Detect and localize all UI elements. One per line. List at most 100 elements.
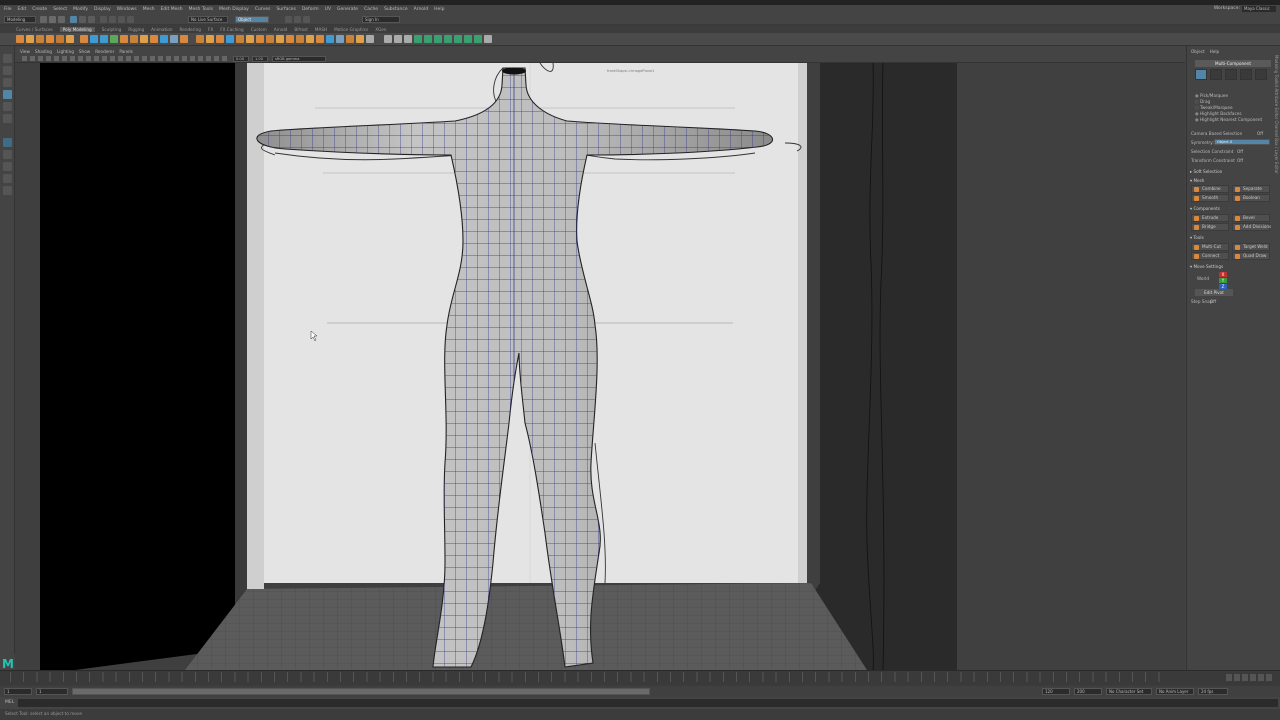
panel-menu-shading[interactable]: Shading <box>35 49 52 54</box>
xray-joints-icon[interactable] <box>206 56 211 61</box>
new-scene-icon[interactable] <box>40 16 47 23</box>
save-scene-icon[interactable] <box>58 16 65 23</box>
fill-hole-icon[interactable] <box>256 35 264 43</box>
field-chart-icon[interactable] <box>94 56 99 61</box>
components-section[interactable]: ▾ Components <box>1190 206 1220 211</box>
multi-component-button[interactable]: Multi-Component <box>1195 60 1271 67</box>
step-back-icon[interactable] <box>1234 674 1240 681</box>
four-view-layout-icon[interactable] <box>3 150 12 159</box>
shelf-tab-rigging[interactable]: Rigging <box>128 27 144 32</box>
shelf-tab-xgen[interactable]: XGen <box>375 27 386 32</box>
option-drag[interactable]: ○ Drag <box>1195 99 1210 104</box>
boolean-icon[interactable] <box>236 35 244 43</box>
option-pick-marquee[interactable]: ● Pick/Marquee <box>1195 93 1228 98</box>
menu-mesh-tools[interactable]: Mesh Tools <box>189 7 213 12</box>
panel-menu-view[interactable]: View <box>20 49 30 54</box>
face-mode-icon[interactable] <box>1240 69 1252 80</box>
sew-uv-icon[interactable] <box>474 35 482 43</box>
pyramid-icon[interactable] <box>100 35 108 43</box>
snap-curve-icon[interactable] <box>109 16 116 23</box>
prism-icon[interactable] <box>110 35 118 43</box>
xray-icon[interactable] <box>198 56 203 61</box>
play-back-icon[interactable] <box>1242 674 1248 681</box>
axis-x-field[interactable]: X <box>1219 272 1227 277</box>
pipe-icon[interactable] <box>120 35 128 43</box>
connect-button[interactable]: Connect <box>1191 252 1229 260</box>
menu-deform[interactable]: Deform <box>302 7 319 12</box>
torus-icon[interactable] <box>56 35 64 43</box>
render-settings-icon[interactable] <box>303 16 310 23</box>
select-by-object-icon[interactable] <box>79 16 86 23</box>
add-divisions-button[interactable]: Add Divisions <box>1232 223 1271 231</box>
reduce-icon[interactable] <box>266 35 274 43</box>
multi-cut-icon[interactable] <box>306 35 314 43</box>
symmetry-dropdown[interactable]: Object X <box>1214 139 1270 145</box>
side-tabs[interactable]: Modeling Toolkit Attribute Editor Channe… <box>1273 55 1279 174</box>
step-forward-icon[interactable] <box>1258 674 1264 681</box>
panel-menu-panels[interactable]: Panels <box>119 49 132 54</box>
soft-selection-section[interactable]: ▸ Soft Selection <box>1190 169 1222 174</box>
film-gate-icon[interactable] <box>70 56 75 61</box>
cut-uv-icon[interactable] <box>464 35 472 43</box>
sphere-icon[interactable] <box>16 35 24 43</box>
safe-title-icon[interactable] <box>110 56 115 61</box>
world-dropdown[interactable]: World <box>1197 276 1209 281</box>
range-end-field[interactable]: 120 <box>1042 688 1070 695</box>
safe-action-icon[interactable] <box>102 56 107 61</box>
menu-select[interactable]: Select <box>53 7 67 12</box>
target-weld-icon[interactable] <box>326 35 334 43</box>
isolate-select-icon[interactable] <box>190 56 195 61</box>
scale-tool-icon[interactable] <box>3 114 12 123</box>
go-to-end-icon[interactable] <box>1266 674 1272 681</box>
shadows-icon[interactable] <box>158 56 163 61</box>
current-frame-field[interactable]: 1 <box>36 688 68 695</box>
uv-mode-icon[interactable] <box>1255 69 1267 80</box>
ipr-render-icon[interactable] <box>294 16 301 23</box>
gate-mask-icon[interactable] <box>86 56 91 61</box>
multi-cut-button[interactable]: Multi-Cut <box>1191 243 1229 251</box>
render-icon[interactable] <box>285 16 292 23</box>
go-to-start-icon[interactable] <box>1226 674 1232 681</box>
collapse-icon[interactable] <box>356 35 364 43</box>
tab-help[interactable]: Help <box>1210 49 1220 54</box>
snap-point-icon[interactable] <box>118 16 125 23</box>
super-shape-icon[interactable] <box>160 35 168 43</box>
menu-edit-mesh[interactable]: Edit Mesh <box>161 7 183 12</box>
history-icon[interactable] <box>484 35 492 43</box>
insert-edge-loop-icon[interactable] <box>316 35 324 43</box>
lasso-tool-icon[interactable] <box>3 66 12 75</box>
range-start-field[interactable]: 1 <box>4 688 32 695</box>
axis-y-field[interactable]: Y <box>1219 278 1227 283</box>
default-material-icon[interactable] <box>134 56 139 61</box>
grid-icon[interactable] <box>62 56 67 61</box>
exposure-field[interactable]: 0.00 <box>233 56 249 62</box>
menu-surfaces[interactable]: Surfaces <box>276 7 296 12</box>
panel-menu-show[interactable]: Show <box>79 49 90 54</box>
separate-icon[interactable] <box>206 35 214 43</box>
bevel-icon[interactable] <box>276 35 284 43</box>
bridge-button[interactable]: Bridge <box>1191 223 1229 231</box>
character-set-dropdown[interactable]: No Character Set <box>1106 688 1152 695</box>
menu-windows[interactable]: Windows <box>117 7 137 12</box>
transform-constraint-value[interactable]: Off <box>1237 158 1243 163</box>
menu-modify[interactable]: Modify <box>73 7 88 12</box>
option-tweak-marquee[interactable]: ○ Tweak/Marquee <box>1195 105 1233 110</box>
unfold-icon[interactable] <box>444 35 452 43</box>
fps-dropdown[interactable]: 24 fps <box>1198 688 1228 695</box>
cube-icon[interactable] <box>26 35 34 43</box>
shelf-tab-motion-graphics[interactable]: Motion Graphics <box>334 27 368 32</box>
smooth-button[interactable]: Smooth <box>1191 194 1229 202</box>
type-icon[interactable] <box>180 35 188 43</box>
image-plane-icon[interactable] <box>38 56 43 61</box>
merge-icon[interactable] <box>346 35 354 43</box>
wireframe-icon[interactable] <box>118 56 123 61</box>
single-perspective-layout-icon[interactable] <box>3 138 12 147</box>
object-mode-icon[interactable] <box>1195 69 1207 80</box>
live-surface-field[interactable]: No Live Surface <box>188 16 228 23</box>
menuset-dropdown[interactable]: Modeling <box>4 16 36 23</box>
mel-label[interactable]: MEL <box>5 700 14 705</box>
menu-uv[interactable]: UV <box>325 7 331 12</box>
move-settings-section[interactable]: ▾ Move Settings <box>1190 264 1223 269</box>
extrude-icon[interactable] <box>296 35 304 43</box>
panel-menu-lighting[interactable]: Lighting <box>57 49 74 54</box>
